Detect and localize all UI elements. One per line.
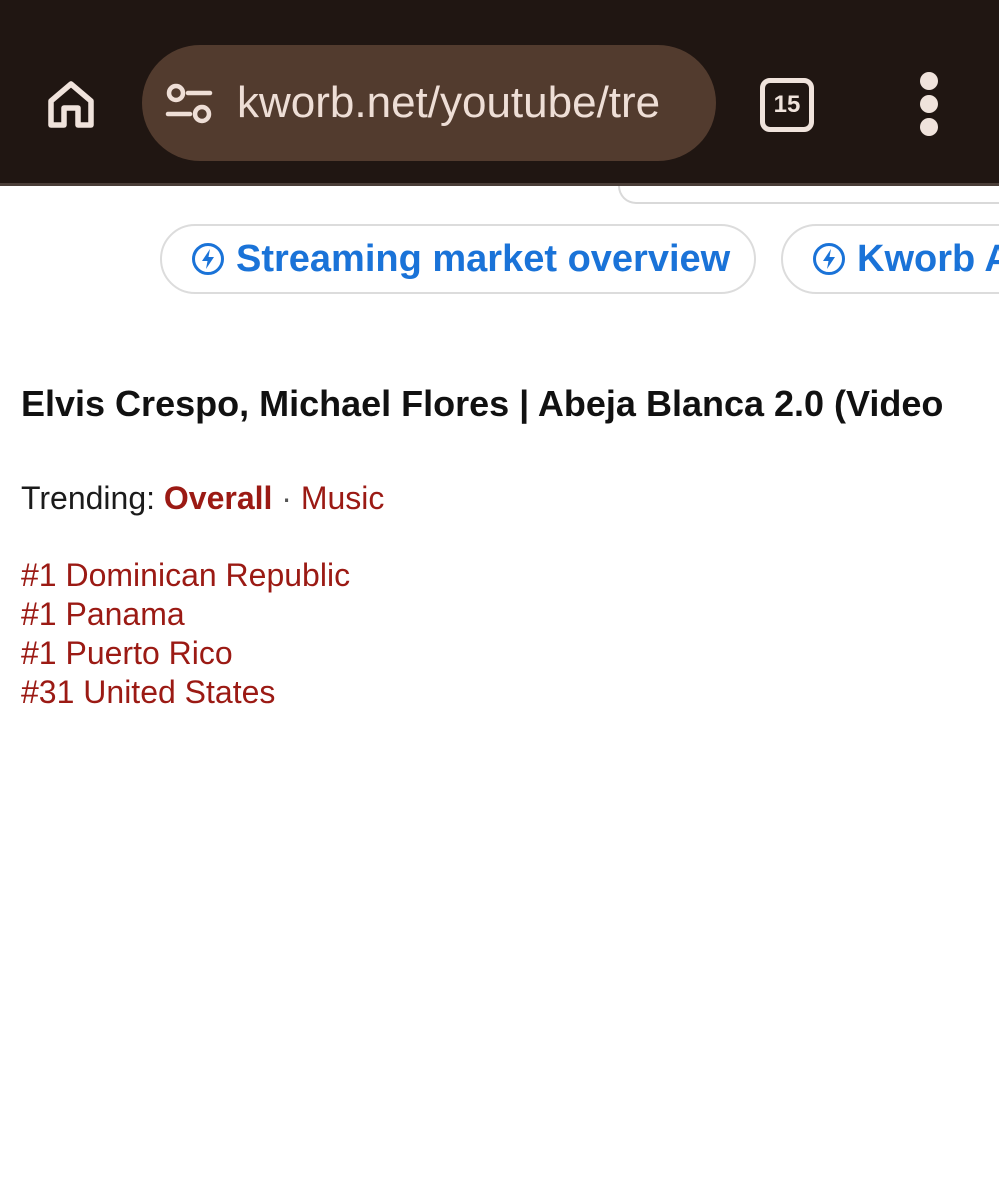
browser-toolbar: kworb.net/youtube/tre 15 bbox=[0, 0, 999, 186]
trending-separator: · bbox=[281, 480, 292, 516]
more-vert-icon[interactable] bbox=[905, 70, 953, 138]
address-bar[interactable]: kworb.net/youtube/tre bbox=[142, 45, 716, 161]
search-box-edge bbox=[618, 186, 999, 204]
bolt-circle-icon bbox=[192, 243, 224, 275]
trending-music-link[interactable]: Music bbox=[301, 480, 385, 516]
video-title: Elvis Crespo, Michael Flores | Abeja Bla… bbox=[21, 383, 944, 424]
tune-icon[interactable] bbox=[164, 83, 214, 125]
home-button[interactable] bbox=[40, 72, 102, 134]
tab-switcher-button[interactable]: 15 bbox=[760, 78, 814, 132]
chip-label: Streaming market overview bbox=[236, 237, 731, 280]
kworb-chip[interactable]: Kworb A bbox=[781, 224, 999, 294]
trending-overall-link[interactable]: Overall bbox=[164, 480, 273, 516]
streaming-market-overview-chip[interactable]: Streaming market overview bbox=[160, 224, 756, 294]
url-text[interactable]: kworb.net/youtube/tre bbox=[237, 75, 692, 131]
bolt-circle-icon bbox=[813, 243, 845, 275]
rank-link-united-states[interactable]: #31 United States bbox=[21, 673, 350, 712]
trending-label: Trending: bbox=[21, 480, 155, 516]
rank-link-panama[interactable]: #1 Panama bbox=[21, 595, 350, 634]
country-ranks-list: #1 Dominican Republic #1 Panama #1 Puert… bbox=[21, 556, 350, 712]
trending-line: Trending: Overall · Music bbox=[21, 476, 384, 520]
chip-label: Kworb A bbox=[857, 237, 999, 280]
rank-link-puerto-rico[interactable]: #1 Puerto Rico bbox=[21, 634, 350, 673]
home-icon bbox=[48, 81, 94, 128]
rank-link-dominican-republic[interactable]: #1 Dominican Republic bbox=[21, 556, 350, 595]
